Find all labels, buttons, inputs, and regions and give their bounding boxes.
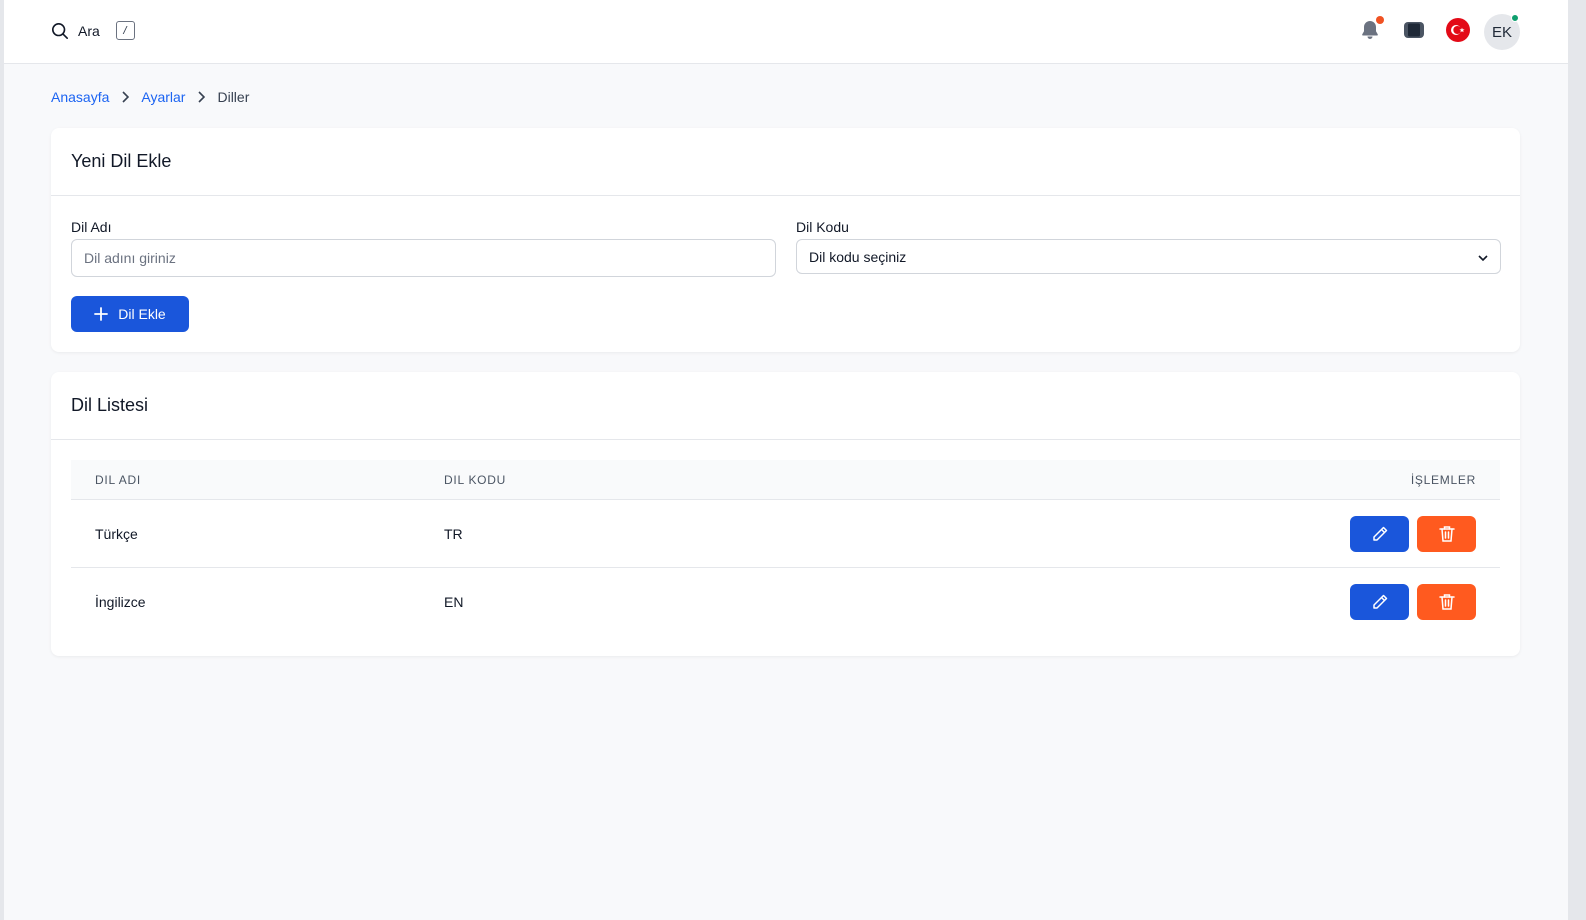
avatar-initials: EK (1491, 23, 1512, 41)
language-name-input[interactable] (71, 239, 776, 277)
search-trigger[interactable]: Ara / (51, 21, 135, 40)
language-table: DIL ADI DIL KODU İŞLEMLER Türkçe TR İngi… (71, 460, 1500, 636)
search-label: Ara (78, 22, 100, 39)
top-bar-actions: EK (1344, 14, 1520, 50)
chevron-down-icon (1478, 249, 1488, 265)
add-language-button[interactable]: Dil Ekle (71, 296, 189, 332)
language-button[interactable] (1440, 14, 1476, 50)
trash-icon (1438, 594, 1455, 610)
cell-language-code: EN (444, 594, 464, 610)
language-code-label: Dil Kodu (796, 219, 849, 235)
trash-icon (1438, 525, 1455, 542)
chevron-right-icon (197, 91, 206, 103)
language-list-card: Dil Listesi DIL ADI DIL KODU İŞLEMLER Tü… (51, 372, 1520, 656)
language-code-selected: Dil kodu seçiniz (809, 248, 907, 265)
language-code-select[interactable]: Dil kodu seçiniz (796, 239, 1501, 274)
card-header: Dil Listesi (51, 372, 1520, 440)
column-header-actions: İŞLEMLER (1410, 472, 1476, 487)
breadcrumb-current: Diller (217, 89, 250, 105)
row-actions (1300, 584, 1500, 620)
add-language-card: Yeni Dil Ekle Dil Adı Dil Kodu Dil kodu … (51, 128, 1520, 352)
search-shortcut-key: / (115, 21, 135, 40)
row-actions (1300, 515, 1500, 552)
column-header-code: DIL KODU (444, 472, 506, 487)
delete-button[interactable] (1417, 584, 1476, 620)
plus-icon (94, 307, 109, 321)
turkey-flag-icon (1446, 17, 1470, 47)
chevron-right-icon (121, 91, 130, 103)
notification-dot (1376, 16, 1384, 24)
apps-button[interactable] (1396, 14, 1432, 50)
app-window: Ara / EK Anasayfa Ayarlar Diller Yeni Di… (4, 0, 1568, 920)
online-status-dot (1511, 14, 1519, 22)
language-name-label: Dil Adı (71, 219, 112, 235)
table-header: DIL ADI DIL KODU İŞLEMLER (71, 460, 1500, 500)
table-row: Türkçe TR (71, 500, 1500, 568)
language-list-title: Dil Listesi (71, 395, 149, 415)
cell-language-name: Türkçe (95, 525, 138, 542)
breadcrumb: Anasayfa Ayarlar Diller (51, 89, 249, 105)
notifications-button[interactable] (1352, 14, 1388, 50)
table-row: İngilizce EN (71, 568, 1500, 636)
bell-icon (1361, 20, 1379, 45)
edit-button[interactable] (1350, 515, 1409, 552)
breadcrumb-settings[interactable]: Ayarlar (141, 89, 185, 105)
breadcrumb-home[interactable]: Anasayfa (51, 89, 109, 105)
user-avatar[interactable]: EK (1484, 14, 1520, 50)
top-bar: Ara / EK (4, 0, 1568, 64)
pencil-icon (1372, 526, 1387, 541)
delete-button[interactable] (1417, 515, 1476, 552)
column-header-name: DIL ADI (95, 472, 141, 487)
cell-language-code: TR (444, 525, 463, 542)
pencil-icon (1372, 594, 1387, 609)
edit-button[interactable] (1350, 584, 1409, 620)
search-icon (51, 22, 69, 40)
add-language-button-label: Dil Ekle (118, 306, 166, 322)
card-header: Yeni Dil Ekle (51, 128, 1520, 196)
cell-language-name: İngilizce (95, 594, 146, 610)
add-language-title: Yeni Dil Ekle (71, 151, 172, 171)
apps-icon (1403, 20, 1425, 45)
